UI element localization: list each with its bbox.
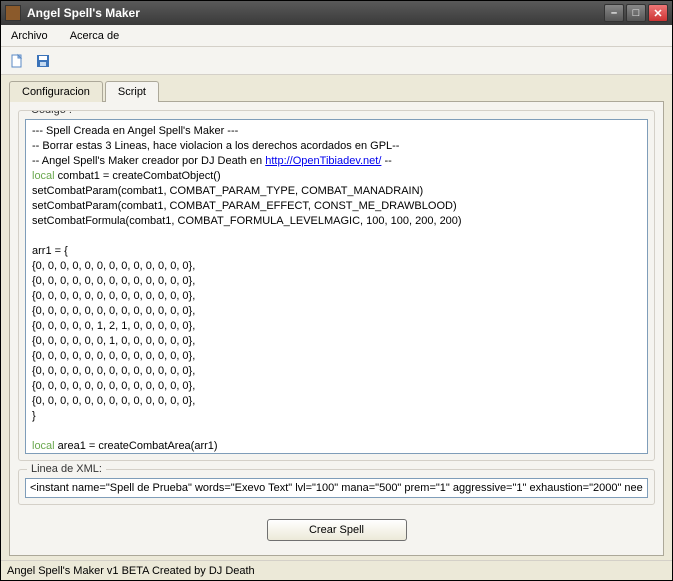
tab-config[interactable]: Configuracion — [9, 81, 103, 102]
code-group: Codigo : --- Spell Creada en Angel Spell… — [18, 110, 655, 461]
titlebar[interactable]: Angel Spell's Maker – □ ✕ — [1, 1, 672, 25]
new-file-icon — [9, 53, 25, 69]
status-text: Angel Spell's Maker v1 BETA Created by D… — [7, 565, 255, 577]
menu-about[interactable]: Acerca de — [66, 28, 124, 44]
menubar: Archivo Acerca de — [1, 25, 672, 47]
button-row: Crear Spell — [18, 513, 655, 547]
window-title: Angel Spell's Maker — [27, 6, 604, 20]
toolbar — [1, 47, 672, 75]
xml-group-label: Linea de XML: — [27, 463, 106, 475]
xml-group: Linea de XML: — [18, 469, 655, 505]
window-controls: – □ ✕ — [604, 4, 668, 22]
maximize-button[interactable]: □ — [626, 4, 646, 22]
menu-file[interactable]: Archivo — [7, 28, 52, 44]
tab-script[interactable]: Script — [105, 81, 159, 102]
app-window: Angel Spell's Maker – □ ✕ Archivo Acerca… — [0, 0, 673, 581]
close-button[interactable]: ✕ — [648, 4, 668, 22]
xml-input[interactable] — [25, 478, 648, 498]
save-icon — [35, 53, 51, 69]
code-group-label: Codigo : — [27, 110, 76, 116]
statusbar: Angel Spell's Maker v1 BETA Created by D… — [1, 560, 672, 580]
create-spell-button[interactable]: Crear Spell — [267, 519, 407, 541]
code-link[interactable]: http://OpenTibiadev.net/ — [265, 155, 381, 167]
code-textarea[interactable]: --- Spell Creada en Angel Spell's Maker … — [25, 119, 648, 454]
new-file-button[interactable] — [7, 51, 27, 71]
save-button[interactable] — [33, 51, 53, 71]
minimize-button[interactable]: – — [604, 4, 624, 22]
tab-content: Codigo : --- Spell Creada en Angel Spell… — [9, 101, 664, 556]
app-icon — [5, 5, 21, 21]
tab-strip: Configuracion Script — [1, 77, 672, 101]
